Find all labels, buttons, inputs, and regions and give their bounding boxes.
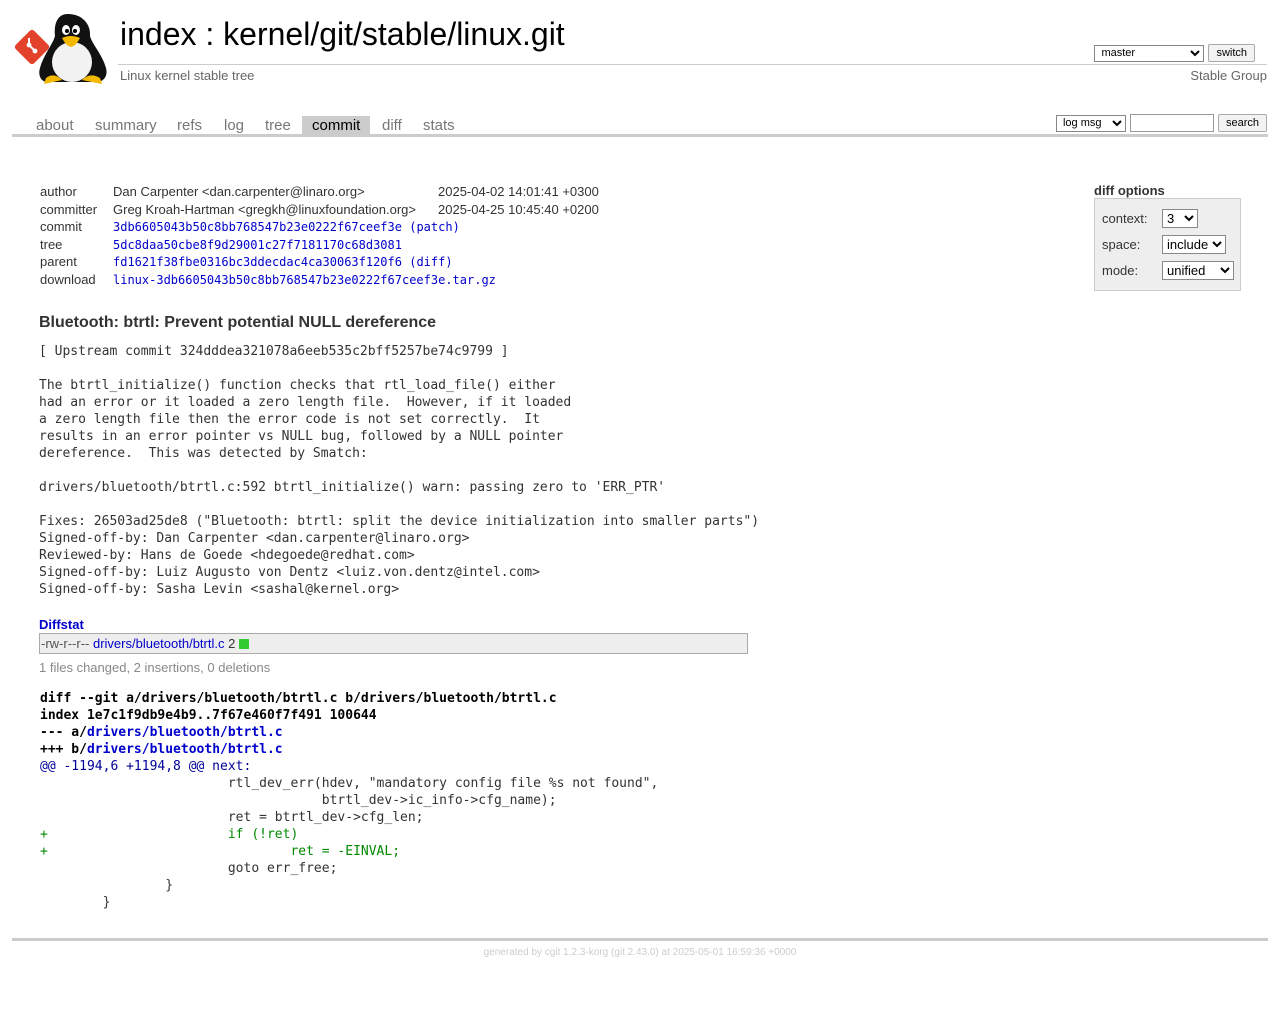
tree-label: tree	[40, 236, 63, 252]
cgit-tux-logo[interactable]	[14, 12, 110, 84]
search-input[interactable]	[1129, 114, 1214, 132]
tux-penguin-icon	[39, 14, 107, 84]
diff-minus-file: --- a/drivers/bluetooth/btrtl.c	[40, 724, 658, 741]
insertion-bar	[238, 639, 249, 649]
repo-link[interactable]: kernel/git/stable/linux.git	[223, 16, 565, 52]
tab-log[interactable]: log	[214, 116, 254, 137]
plus-prefix: +++ b/	[40, 742, 87, 757]
parent-label: parent	[40, 254, 77, 270]
patch-link[interactable]: patch	[416, 220, 452, 234]
tab-tree[interactable]: tree	[255, 116, 301, 137]
diffstat-summary: 1 files changed, 2 insertions, 0 deletio…	[39, 660, 271, 675]
file-mode: -rw-r--r--	[41, 636, 90, 651]
commit-hash-wrap: 3db6605043b50c8bb768547b23e0222f67ceef3e…	[113, 220, 460, 235]
commit-subject: Bluetooth: btrtl: Prevent potential NULL…	[39, 314, 437, 331]
tab-commit[interactable]: commit	[302, 116, 371, 137]
commit-message: [ Upstream commit 324dddea321078a6eeb535…	[39, 344, 760, 597]
context-select[interactable]: 3	[1162, 209, 1198, 228]
branch-select[interactable]: master	[1094, 44, 1205, 62]
header-divider	[118, 64, 1267, 65]
index-link[interactable]: index	[120, 16, 197, 52]
diff-index: index 1e7c1f9db9e4b9..7f67e460f7f491 100…	[40, 708, 377, 723]
diff-options-title: diff options	[1094, 183, 1165, 198]
parent-hash-link[interactable]: fd1621f38fbe0316bc3ddecdac4ca30063f120f6	[113, 255, 402, 269]
footer-divider	[12, 938, 1268, 941]
footer-suffix: (git 2.43.0) at 2025-05-01 16:59:36 +000…	[608, 947, 797, 958]
search-scope-select[interactable]: log msg	[1055, 114, 1126, 132]
diff-hunk-header: @@ -1194,6 +1194,8 @@ next:	[40, 759, 252, 774]
minus-prefix: --- a/	[40, 725, 87, 740]
title-separator: :	[196, 16, 224, 52]
context-label: context:	[1102, 211, 1148, 226]
diff-line-added: + if (!ret)	[40, 827, 299, 842]
diff-line: }	[40, 878, 174, 893]
tab-about[interactable]: about	[26, 116, 84, 137]
diff-line: }	[40, 895, 111, 910]
diff-header: diff --git a/drivers/bluetooth/btrtl.c b…	[40, 691, 557, 706]
author-value: Dan Carpenter <dan.carpenter@linaro.org>	[113, 184, 365, 199]
branch-switch-form: master switch	[1094, 44, 1255, 62]
diff-line-added: + ret = -EINVAL;	[40, 844, 401, 859]
tab-summary[interactable]: summary	[85, 116, 167, 137]
tab-diff[interactable]: diff	[372, 116, 412, 137]
parent-hash-wrap: fd1621f38fbe0316bc3ddecdac4ca30063f120f6…	[113, 255, 453, 270]
author-label: author	[40, 184, 77, 199]
diffstat-table: -rw-r--r-- drivers/bluetooth/btrtl.c 2	[39, 633, 748, 654]
commit-label: commit	[40, 219, 82, 235]
committer-label: committer	[40, 201, 98, 217]
diff-view: diff --git a/drivers/bluetooth/btrtl.c b…	[40, 690, 658, 911]
tree-hash-wrap: 5dc8daa50cbe8f9d29001c27f7181170c68d3081	[113, 238, 402, 252]
space-select[interactable]: include	[1162, 235, 1226, 254]
diff-options-panel: context: 3 space: include mode: unified	[1094, 198, 1241, 291]
diff-plus-file: +++ b/drivers/bluetooth/btrtl.c	[40, 741, 658, 758]
diff-line: ret = btrtl_dev->cfg_len;	[40, 810, 424, 825]
download-tarball-link[interactable]: linux-3db6605043b50c8bb768547b23e0222f67…	[113, 273, 496, 287]
repo-description: Linux kernel stable tree	[120, 68, 255, 83]
diff-line: rtl_dev_err(hdev, "mandatory config file…	[40, 776, 659, 791]
tree-hash-link[interactable]: 5dc8daa50cbe8f9d29001c27f7181170c68d3081	[113, 238, 402, 252]
diff-line: btrtl_dev->ic_info->cfg_name);	[40, 793, 557, 808]
switch-button[interactable]: switch	[1208, 44, 1255, 62]
diff-line: goto err_free;	[40, 861, 338, 876]
parent-diff-link[interactable]: diff	[416, 255, 445, 269]
mode-label: mode:	[1102, 263, 1139, 278]
download-label: download	[40, 271, 96, 287]
commit-hash-link[interactable]: 3db6605043b50c8bb768547b23e0222f67ceef3e	[113, 220, 402, 234]
page-title: index : kernel/git/stable/linux.git	[120, 16, 565, 53]
footer: generated by cgit 1.2.3-korg (git 2.43.0…	[0, 947, 1280, 958]
committer-value: Greg Kroah-Hartman <gregkh@linuxfoundati…	[113, 201, 416, 217]
space-label: space:	[1102, 237, 1141, 252]
diffstat-link[interactable]: Diffstat	[39, 617, 84, 632]
diffstat-file-link[interactable]: drivers/bluetooth/btrtl.c	[93, 636, 225, 651]
diffstat-count: 2	[228, 636, 236, 651]
minus-file-link[interactable]: drivers/bluetooth/btrtl.c	[87, 725, 283, 740]
search-button[interactable]: search	[1217, 114, 1267, 132]
plus-file-link[interactable]: drivers/bluetooth/btrtl.c	[87, 742, 283, 757]
download-wrap: linux-3db6605043b50c8bb768547b23e0222f67…	[113, 273, 496, 287]
footer-prefix: generated by	[483, 947, 545, 958]
cgit-link[interactable]: cgit 1.2.3-korg	[545, 947, 608, 958]
tab-refs[interactable]: refs	[167, 116, 212, 137]
author-date: 2025-04-02 14:01:41 +0300	[438, 184, 599, 199]
repo-owner: Stable Group	[1190, 68, 1267, 83]
committer-date: 2025-04-25 10:45:40 +0200	[438, 201, 599, 217]
tab-stats[interactable]: stats	[413, 116, 465, 137]
search-form: log msg search	[1055, 114, 1267, 132]
mode-select[interactable]: unified	[1162, 261, 1234, 280]
